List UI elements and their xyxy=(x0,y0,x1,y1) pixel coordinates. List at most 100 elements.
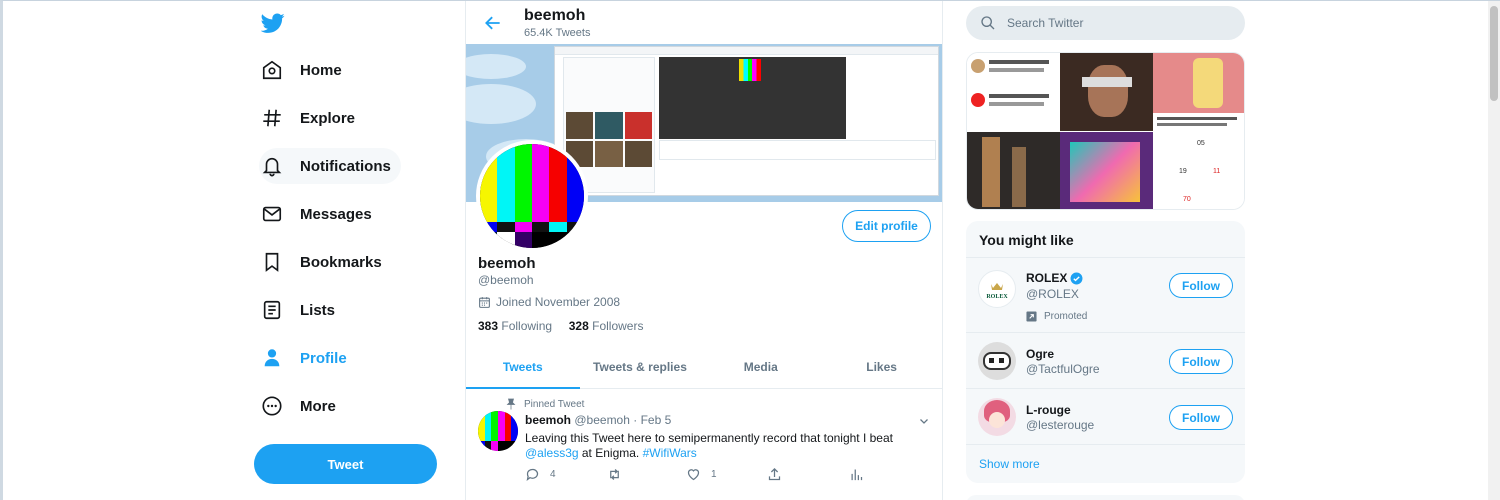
right-sidebar: 05191170 You might like ROLEX ROLEX @ROL… xyxy=(966,1,1246,500)
search-icon xyxy=(981,16,995,30)
tab-likes[interactable]: Likes xyxy=(821,346,942,388)
nav-home-label: Home xyxy=(300,61,342,79)
ogre-avatar[interactable] xyxy=(978,342,1016,380)
header-tweet-count: 65.4K Tweets xyxy=(524,27,591,39)
media-thumb[interactable] xyxy=(1060,53,1153,131)
bell-icon xyxy=(262,157,282,177)
suggestion-ogre[interactable]: Ogre @TactfulOgre Follow xyxy=(966,332,1245,388)
show-more-link[interactable]: Show more xyxy=(979,457,1040,471)
person-icon xyxy=(264,349,280,367)
nav-lists-label: Lists xyxy=(300,301,336,319)
calendar-icon xyxy=(479,296,490,308)
following-link[interactable]: 383 Following xyxy=(478,319,552,333)
tweet-text: Leaving this Tweet here to semipermanent… xyxy=(525,431,915,461)
more-circle-icon xyxy=(262,396,282,416)
hashtag-icon xyxy=(263,109,281,127)
nav-more[interactable]: More xyxy=(259,388,346,424)
followers-count: 328 xyxy=(568,319,589,333)
like-count: 1 xyxy=(711,469,717,480)
suggestion-name[interactable]: L-rouge xyxy=(1026,403,1071,417)
page-scrollbar[interactable] xyxy=(1488,1,1500,500)
tab-media[interactable]: Media xyxy=(700,346,821,388)
envelope-icon xyxy=(262,206,282,222)
profile-handle: @beemoh xyxy=(478,273,534,287)
followers-label: Followers xyxy=(592,319,644,333)
media-thumb[interactable] xyxy=(1153,113,1244,131)
nav-home[interactable]: Home xyxy=(259,52,352,88)
lrouge-avatar[interactable] xyxy=(978,398,1016,436)
tab-tweets-replies[interactable]: Tweets & replies xyxy=(580,346,701,388)
profile-tabs: Tweets Tweets & replies Media Likes xyxy=(466,346,942,389)
tweet-author[interactable]: beemoh xyxy=(525,413,571,427)
banner-screenshot-image xyxy=(554,46,939,196)
crown-icon: ROLEX xyxy=(986,283,1008,300)
profile-avatar[interactable] xyxy=(476,140,588,252)
like-action[interactable]: 1 xyxy=(686,467,717,482)
share-action[interactable] xyxy=(767,467,792,482)
pinned-tweet-indicator: Pinned Tweet xyxy=(506,398,584,410)
profile-name: beemoh xyxy=(478,255,536,272)
nav-messages[interactable]: Messages xyxy=(259,196,382,232)
chevron-down-icon[interactable] xyxy=(918,415,930,427)
tweet-text-part: Leaving this Tweet here to semipermanent… xyxy=(525,431,893,445)
tweet-hashtag[interactable]: #WifiWars xyxy=(643,446,697,460)
nav-explore-label: Explore xyxy=(300,109,356,127)
rolex-avatar[interactable]: ROLEX xyxy=(978,270,1016,308)
nav-more-label: More xyxy=(300,397,336,415)
nav-lists[interactable]: Lists xyxy=(259,292,345,328)
trends-panel-edge xyxy=(966,495,1245,500)
follow-button-ogre[interactable]: Follow xyxy=(1169,349,1233,374)
reply-action[interactable]: 4 xyxy=(525,467,556,482)
profile-column: beemoh 65.4K Tweets Edit profile beemoh … xyxy=(465,1,943,500)
nav-notifications[interactable]: Notifications xyxy=(259,148,401,184)
suggestion-lrouge[interactable]: L-rouge @lesterouge Follow xyxy=(966,388,1245,444)
promoted-text: Promoted xyxy=(1044,311,1088,322)
nav-explore[interactable]: Explore xyxy=(259,100,365,136)
profile-joined-text: Joined November 2008 xyxy=(496,295,621,309)
profile-media-grid[interactable]: 05 19 11 70 xyxy=(966,52,1245,210)
suggestion-name[interactable]: ROLEX xyxy=(1026,271,1083,285)
tweet-handle[interactable]: @beemoh xyxy=(574,413,630,427)
suggestion-rolex[interactable]: ROLEX ROLEX @ROLEX Follow Promoted xyxy=(966,257,1245,332)
nav-bookmarks[interactable]: Bookmarks xyxy=(259,244,392,280)
nav-profile[interactable]: Profile xyxy=(259,340,357,376)
nav-notifications-label: Notifications xyxy=(300,157,391,175)
back-arrow-icon[interactable] xyxy=(483,13,503,33)
analytics-icon xyxy=(851,469,863,481)
scrollbar-thumb[interactable] xyxy=(1490,6,1498,101)
following-label: Following xyxy=(501,319,553,333)
header-name: beemoh xyxy=(524,7,586,24)
media-thumb[interactable] xyxy=(967,53,1060,131)
media-thumb[interactable] xyxy=(1153,53,1244,113)
tab-tweets[interactable]: Tweets xyxy=(466,346,580,389)
share-icon xyxy=(768,467,781,481)
analytics-action[interactable] xyxy=(849,467,874,482)
media-thumb[interactable] xyxy=(1060,132,1153,209)
tweet-header: beemoh @beemoh · Feb 5 xyxy=(525,413,671,427)
search-input[interactable] xyxy=(1007,16,1227,30)
media-thumb[interactable]: 05 19 11 70 xyxy=(1153,132,1244,209)
you-might-like-title: You might like xyxy=(979,232,1074,248)
tweet-text-part: at Enigma. xyxy=(578,446,643,460)
svg-text:ROLEX: ROLEX xyxy=(986,294,1008,300)
followers-link[interactable]: 328 Followers xyxy=(569,319,644,333)
tweet-date[interactable]: Feb 5 xyxy=(641,413,672,427)
nav-messages-label: Messages xyxy=(300,205,372,223)
follow-button-lrouge[interactable]: Follow xyxy=(1169,405,1233,430)
reply-count: 4 xyxy=(550,469,556,480)
nav-profile-label: Profile xyxy=(300,349,347,367)
divider xyxy=(966,444,1245,445)
reply-icon xyxy=(526,468,539,481)
search-box[interactable] xyxy=(966,6,1245,40)
profile-header: beemoh 65.4K Tweets xyxy=(466,1,942,45)
tweet-mention[interactable]: @aless3g xyxy=(525,446,579,460)
edit-profile-button[interactable]: Edit profile xyxy=(842,210,931,242)
tweet-avatar[interactable] xyxy=(478,411,518,451)
tweet-button[interactable]: Tweet xyxy=(254,444,437,484)
twitter-logo-icon[interactable] xyxy=(261,11,285,35)
media-thumb[interactable] xyxy=(967,132,1060,209)
follow-button-rolex[interactable]: Follow xyxy=(1169,273,1233,298)
retweet-action[interactable] xyxy=(607,467,632,482)
suggestion-name[interactable]: Ogre xyxy=(1026,347,1054,361)
nav-bookmarks-label: Bookmarks xyxy=(300,253,382,271)
